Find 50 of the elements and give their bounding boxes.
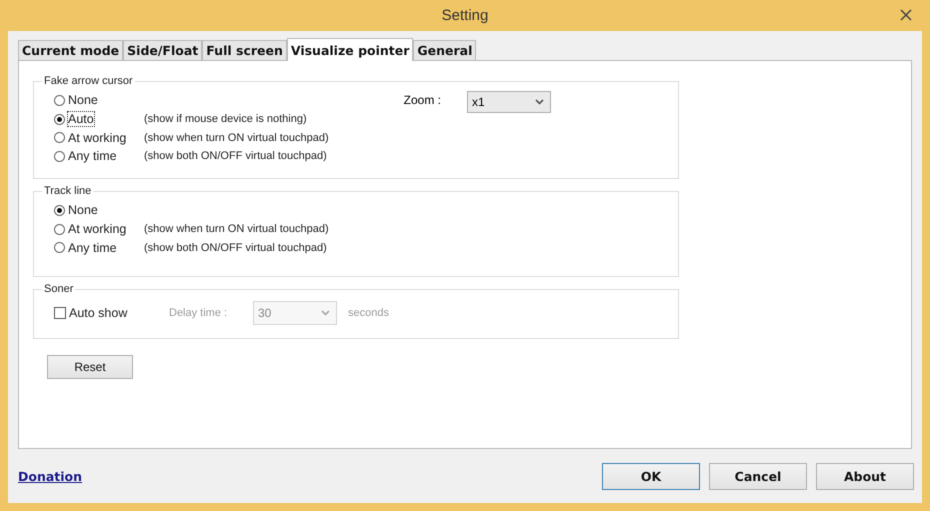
donation-link[interactable]: Donation [18, 468, 82, 484]
checkbox-label: Auto show [69, 306, 128, 320]
radio-button[interactable] [54, 204, 65, 216]
group-title: Fake arrow cursor [43, 75, 134, 87]
option-label: At working [68, 130, 126, 145]
option-label: None [68, 93, 98, 108]
option-label: None [68, 203, 98, 218]
option-description: (show when turn ON virtual touchpad) [144, 223, 329, 236]
radio-option[interactable]: At working [54, 130, 144, 145]
zoom-dropdown[interactable]: x1 [467, 91, 551, 113]
window-title: Setting [442, 7, 488, 24]
option-description: (show both ON/OFF virtual touchpad) [144, 242, 327, 254]
group-title: Soner [43, 283, 74, 295]
option-description: (show if mouse device is nothing) [144, 113, 307, 126]
checkbox[interactable] [54, 307, 66, 319]
tab[interactable]: Visualize pointer [286, 38, 414, 61]
tab[interactable]: General [413, 40, 476, 60]
checkbox-option[interactable]: Auto show [54, 306, 169, 320]
option-label: Any time [68, 240, 117, 255]
group-title: Track line [43, 185, 92, 197]
radio-button[interactable] [54, 150, 65, 162]
chevron-down-icon [321, 310, 330, 316]
dialog-button[interactable]: Cancel [709, 462, 807, 490]
radio-button[interactable] [54, 114, 65, 125]
radio-button[interactable] [54, 224, 65, 235]
delay-label: Delay time : [169, 307, 228, 319]
option-description: (show both ON/OFF virtual touchpad) [144, 150, 327, 162]
dialog-button[interactable]: About [816, 462, 914, 490]
option-label: Auto [68, 112, 94, 126]
radio-button[interactable] [54, 132, 65, 144]
radio-option[interactable]: None [54, 203, 144, 218]
tab[interactable]: Current mode [18, 40, 124, 60]
radio-option[interactable]: At working [54, 222, 144, 236]
radio-button[interactable] [54, 242, 65, 254]
option-description: (show when turn ON virtual touchpad) [144, 132, 329, 144]
radio-button[interactable] [54, 94, 65, 106]
radio-option[interactable]: None [54, 93, 144, 108]
close-icon[interactable] [900, 9, 912, 21]
option-label: Any time [68, 149, 117, 164]
unit-label: seconds [348, 307, 390, 319]
tab[interactable]: Side/Float [123, 40, 202, 60]
option-label: At working [68, 222, 126, 236]
dialog-button[interactable]: OK [602, 462, 700, 490]
radio-option[interactable]: Auto [54, 112, 144, 126]
chevron-down-icon [535, 99, 544, 105]
radio-option[interactable]: Any time [54, 149, 144, 164]
zoom-label: Zoom : [404, 93, 441, 107]
radio-option[interactable]: Any time [54, 240, 144, 255]
reset-button[interactable]: Reset [47, 355, 133, 379]
tab[interactable]: Full screen [202, 40, 287, 60]
